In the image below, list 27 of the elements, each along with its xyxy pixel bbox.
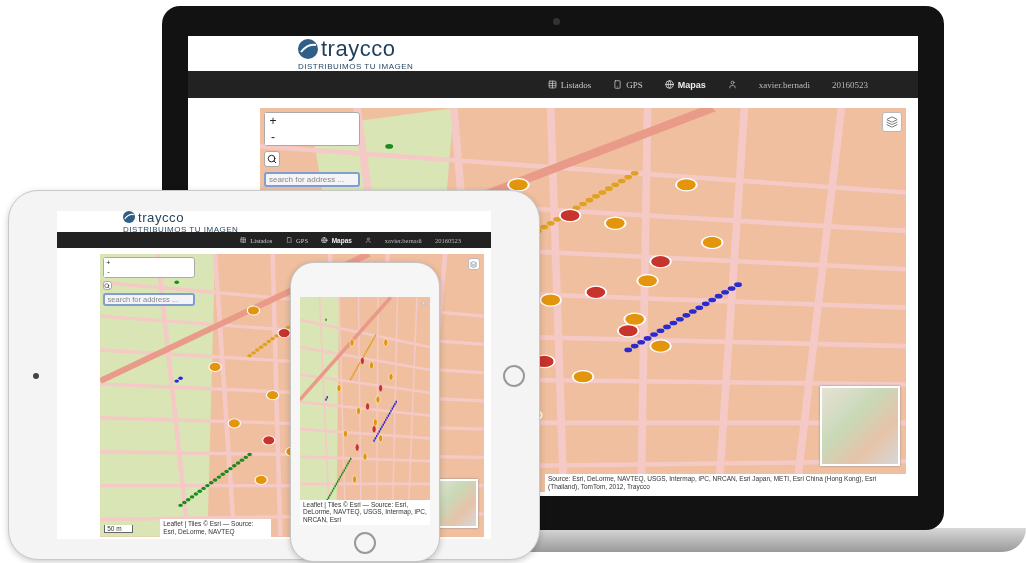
globe-icon bbox=[664, 80, 674, 89]
nav-link[interactable]: GPS bbox=[613, 79, 643, 90]
logo-text: traycco bbox=[138, 211, 184, 225]
search-icon bbox=[267, 154, 277, 164]
layers-button[interactable] bbox=[882, 112, 902, 132]
tagline: DISTRIBUIMOS TU IMAGEN bbox=[298, 62, 414, 71]
home-button[interactable] bbox=[503, 365, 525, 387]
search-icon bbox=[104, 282, 111, 289]
search-button[interactable] bbox=[264, 151, 280, 167]
globe-icon bbox=[321, 236, 328, 244]
home-button[interactable] bbox=[354, 532, 376, 554]
camera-icon bbox=[33, 373, 39, 379]
table-icon bbox=[239, 236, 247, 244]
nav-link[interactable]: Mapas bbox=[664, 79, 706, 90]
table-icon bbox=[547, 80, 557, 89]
logo-icon bbox=[298, 39, 318, 59]
user-name: xavier.bernadi bbox=[758, 79, 810, 90]
tagline: DISTRIBUIMOS TU IMAGEN bbox=[123, 224, 239, 234]
user-icon bbox=[365, 236, 372, 244]
user-code: 20160523 bbox=[832, 79, 868, 90]
camera-icon bbox=[553, 18, 560, 25]
search-field[interactable]: search for address ... bbox=[264, 172, 360, 187]
nav-link[interactable]: Listados bbox=[547, 79, 592, 90]
phone-icon bbox=[613, 80, 623, 89]
logo-text: traycco bbox=[321, 36, 396, 62]
user-icon bbox=[727, 80, 737, 89]
phone-icon bbox=[285, 236, 293, 244]
